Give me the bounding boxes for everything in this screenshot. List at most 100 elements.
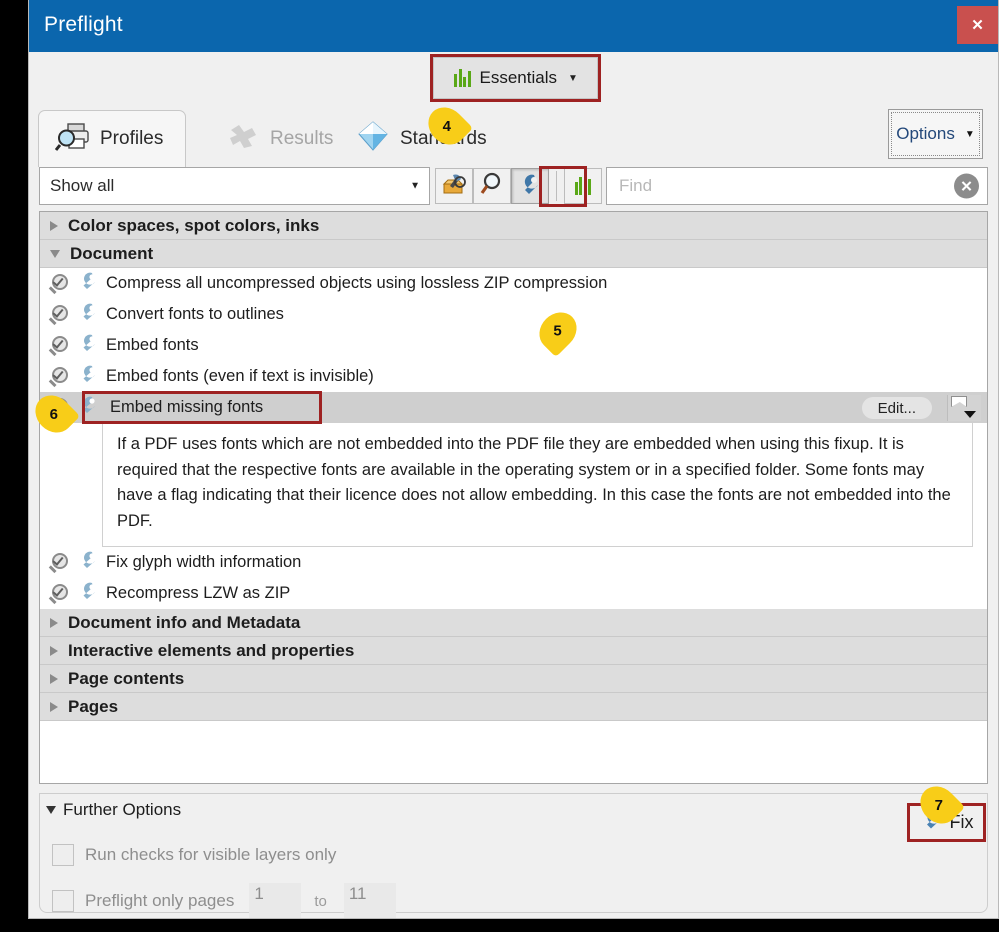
further-options-label: Further Options <box>63 800 182 819</box>
list-item[interactable]: Recompress LZW as ZIP <box>40 578 987 610</box>
results-puzzle-icon <box>225 121 261 157</box>
visible-layers-label: Run checks for visible layers only <box>85 845 337 864</box>
list-item[interactable]: Embed fonts <box>40 330 987 361</box>
toolbox-icon <box>441 172 467 201</box>
tab-profiles-label: Profiles <box>100 128 164 149</box>
further-options-toggle[interactable]: Further Options <box>46 800 181 820</box>
group-interactive-elements[interactable]: Interactive elements and properties <box>40 637 987 666</box>
preflight-pages-label: Preflight only pages <box>85 891 235 910</box>
tab-results-label: Results <box>270 127 334 149</box>
further-options-panel: Further Options Fix Run checks for visib… <box>39 793 988 918</box>
list-item-label: Embed missing fonts <box>110 398 264 416</box>
group-label: Pages <box>68 696 119 716</box>
find-placeholder: Find <box>619 176 653 195</box>
list-item[interactable]: Compress all uncompressed objects using … <box>40 268 987 299</box>
chevron-right-icon <box>50 645 58 656</box>
find-field[interactable]: Find ✕ <box>606 167 988 205</box>
group-page-contents[interactable]: Page contents <box>40 665 987 694</box>
page-range-to-label: to <box>314 892 327 910</box>
chevron-down-icon: ▼ <box>567 72 578 84</box>
check-magnifier-icon <box>49 335 70 356</box>
list-item-label: Embed fonts <box>106 336 199 354</box>
group-pages[interactable]: Pages <box>40 693 987 722</box>
selected-item-wrapper: Embed missing fonts Edit... If a PDF use… <box>40 391 987 548</box>
list-item-selected[interactable]: Embed missing fonts Edit... <box>40 392 987 423</box>
profile-bars-filter-button[interactable] <box>564 168 602 204</box>
edit-button[interactable]: Edit... <box>861 397 932 419</box>
check-magnifier-icon <box>49 273 70 294</box>
group-label: Document <box>70 243 154 263</box>
show-all-dropdown[interactable]: Show all ▼ <box>39 167 430 205</box>
fixup-list[interactable]: Color spaces, spot colors, inks Document… <box>39 211 988 784</box>
wrench-icon <box>77 582 99 605</box>
wrench-icon <box>77 334 99 357</box>
fixup-wrench-filter-button[interactable] <box>511 168 549 204</box>
group-document[interactable]: Document <box>40 240 987 268</box>
visible-layers-row: Run checks for visible layers only <box>52 844 336 866</box>
check-magnifier-icon <box>49 304 70 325</box>
chevron-down-icon: ▼ <box>410 180 420 192</box>
page-to-input[interactable]: 11 <box>343 883 396 918</box>
fixup-description: If a PDF uses fonts which are not embedd… <box>102 423 973 548</box>
page-from-input[interactable]: 1 <box>249 883 302 918</box>
row-dropdown-button[interactable] <box>947 395 981 421</box>
magnifier-filter-button[interactable] <box>473 168 511 204</box>
list-item-label: Convert fonts to outlines <box>106 305 284 323</box>
list-item-label: Recompress LZW as ZIP <box>106 584 291 603</box>
profile-name: Essentials <box>479 68 557 87</box>
profile-dropdown-button[interactable]: Essentials ▼ <box>433 57 598 99</box>
bar-chart-icon <box>454 69 471 87</box>
filter-toolbar: Show all ▼ Find ✕ 5 <box>39 166 988 358</box>
toolbox-filter-button[interactable] <box>435 168 473 204</box>
list-item[interactable]: Convert fonts to outlines <box>40 299 987 330</box>
chevron-right-icon <box>50 673 58 684</box>
group-label: Interactive elements and properties <box>68 640 355 660</box>
chevron-down-icon: ▼ <box>964 128 975 140</box>
chevron-down-icon <box>46 806 56 814</box>
bar-chart-icon <box>574 177 592 195</box>
wrench-icon <box>77 272 99 295</box>
tab-profiles[interactable]: Profiles <box>38 110 186 167</box>
profile-selector-row: 4 Essentials ▼ <box>29 52 998 153</box>
list-item-label: Fix glyph width information <box>106 553 302 572</box>
preflight-window: Preflight ✕ 4 Essentials ▼ Profiles Resu… <box>28 0 999 919</box>
list-item-label: Compress all uncompressed objects using … <box>106 274 608 292</box>
close-button[interactable]: ✕ <box>957 6 998 44</box>
list-item[interactable]: Fix glyph width information <box>40 547 987 579</box>
profiles-printer-magnifier-icon <box>54 121 91 157</box>
wrench-icon <box>77 365 99 388</box>
check-magnifier-icon <box>49 552 70 573</box>
wrench-icon <box>77 303 99 326</box>
group-label: Page contents <box>68 668 185 688</box>
wrench-icon <box>77 551 99 574</box>
group-document-info[interactable]: Document info and Metadata <box>40 609 987 638</box>
list-item[interactable]: Embed fonts (even if text is invisible) <box>40 361 987 392</box>
flag-icon <box>951 396 967 407</box>
group-color-spaces[interactable]: Color spaces, spot colors, inks <box>40 212 987 240</box>
window-title: Preflight <box>44 13 123 36</box>
options-label: Options <box>896 124 955 143</box>
preflight-pages-row: Preflight only pages 1 to 11 <box>52 883 396 918</box>
wrench-icon <box>517 172 543 201</box>
chevron-right-icon <box>50 220 58 231</box>
toolbar-divider <box>556 171 557 201</box>
wrench-icon <box>77 396 99 419</box>
check-magnifier-icon <box>49 583 70 604</box>
chevron-right-icon <box>50 701 58 712</box>
list-item-label: Embed fonts (even if text is invisible) <box>106 367 374 385</box>
magnifier-icon <box>479 172 505 201</box>
chevron-down-icon <box>50 249 60 258</box>
options-button[interactable]: Options ▼ <box>888 109 983 159</box>
title-bar: Preflight ✕ <box>29 0 998 52</box>
tab-standards[interactable]: Standards <box>339 110 503 167</box>
tab-results[interactable]: Results <box>209 110 349 167</box>
group-label: Document info and Metadata <box>68 612 301 632</box>
group-label: Color spaces, spot colors, inks <box>68 215 320 235</box>
check-magnifier-icon <box>49 366 70 387</box>
clear-search-icon[interactable]: ✕ <box>954 173 979 199</box>
visible-layers-checkbox[interactable] <box>52 844 74 866</box>
tab-strip: Profiles Results Standards <box>29 104 998 167</box>
essentials-annotation-box: Essentials ▼ <box>430 54 601 102</box>
preflight-pages-checkbox[interactable] <box>52 890 74 912</box>
chevron-right-icon <box>50 617 58 628</box>
